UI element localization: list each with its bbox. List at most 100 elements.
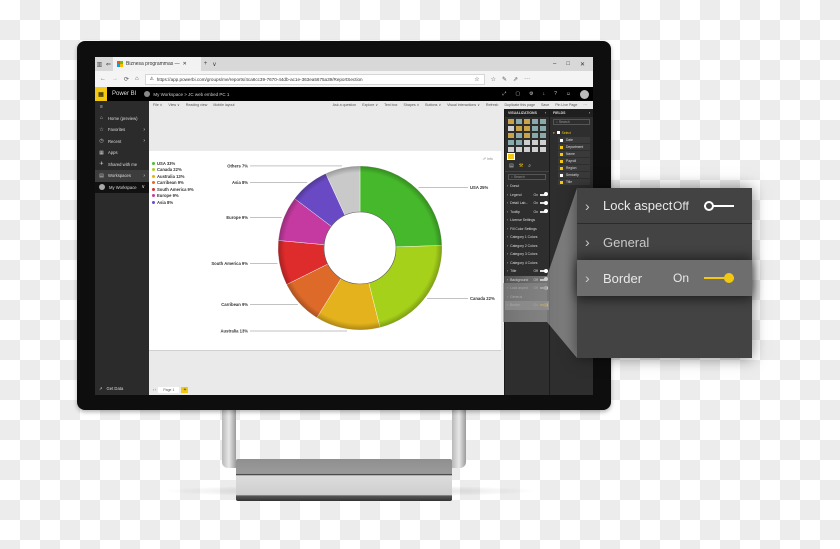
visual-type-icon[interactable] [524,126,530,131]
forward-icon[interactable]: → [112,76,118,82]
collapse-chevron-icon[interactable]: › [589,111,590,115]
feedback-icon[interactable]: ☺ [566,91,571,97]
tab-list-dropdown[interactable]: ∨ [210,61,219,68]
collapse-chevron-icon[interactable]: › [545,111,546,115]
download-icon[interactable]: ↓ [543,91,546,97]
help-icon[interactable]: ? [554,91,557,97]
visual-type-icon[interactable] [524,133,530,138]
field-checkbox[interactable] [560,166,563,170]
add-page-button[interactable]: + [181,387,189,393]
toggle-switch[interactable] [540,285,548,290]
visual-type-icon[interactable] [532,119,538,124]
refresh-icon[interactable]: ⟳ [124,76,129,83]
pin-live-page-button[interactable]: Pin Live Page [555,103,577,107]
text-box-button[interactable]: Text box [384,103,397,107]
visual-type-icon[interactable] [540,126,546,131]
visual-type-icon[interactable] [516,140,522,145]
save-button[interactable]: Save [541,103,549,107]
format-section[interactable]: › Category 1 Colors [505,233,549,242]
minimize-button[interactable]: – [553,61,556,68]
visual-type-icon[interactable] [508,119,514,124]
mobile-layout-button[interactable]: Mobile layout [213,103,234,107]
format-search-input[interactable]: ⌕ Search [508,174,546,180]
format-section[interactable]: › License Settings [505,216,549,225]
visual-type-icon[interactable] [532,147,538,152]
format-section[interactable]: › Category 3 Colors [505,250,549,259]
visual-type-icon[interactable] [540,140,546,145]
ask-question-button[interactable]: Ask a question [333,103,357,107]
field-checkbox[interactable] [560,138,563,142]
field-table[interactable]: ▾ Select [553,129,590,136]
nav-item-home[interactable]: ⌂ Home (preview) [95,113,149,125]
visual-type-icon[interactable] [524,119,530,124]
lock-aspect-toggle[interactable] [704,200,734,212]
breadcrumb[interactable]: My Workspace > JC web embed PC 1 [153,92,229,97]
visual-type-icon[interactable] [540,147,546,152]
border-toggle[interactable] [704,272,734,284]
format-section[interactable]: › Background Off [505,276,549,285]
nav-item-recent[interactable]: ◷ Recent › [95,136,149,148]
visual-type-icon[interactable] [516,147,522,152]
duplicate-page-button[interactable]: Duplicate this page [504,103,535,107]
powerbi-brand[interactable]: Power BI [112,91,136,97]
toggle-switch[interactable] [540,268,548,273]
format-section[interactable]: › Tooltip On [505,208,549,217]
visual-interactions-menu[interactable]: Visual interactions ∨ [447,103,480,107]
visual-type-icon[interactable] [540,119,546,124]
visual-type-icon[interactable] [524,140,530,145]
fields-header[interactable]: FIELDS › [550,109,593,117]
tab-aside-icon[interactable]: ⇐ [104,61,113,68]
field-checkbox[interactable] [560,180,563,184]
app-launcher-icon[interactable]: ▦ [95,87,107,101]
visual-type-icon[interactable] [508,147,514,152]
toggle-switch[interactable] [540,277,548,282]
tab-actions-icon[interactable]: ▥ [95,61,104,68]
toggle-switch[interactable] [540,200,548,205]
field-item[interactable]: Payroll [558,158,590,164]
user-avatar[interactable] [580,89,589,99]
field-item[interactable]: Date [558,137,590,143]
shapes-menu[interactable]: Shapes ∨ [403,103,419,107]
tab-close-icon[interactable]: ✕ [183,61,187,67]
nav-item-my-workspace[interactable]: My Workspace ∨ [95,181,149,193]
view-menu[interactable]: View ∨ [168,103,179,107]
format-section[interactable]: › Donut [505,182,549,191]
format-section[interactable]: › Title Off [505,267,549,276]
visual-type-icon[interactable] [508,140,514,145]
file-menu[interactable]: File ∨ [153,103,162,107]
field-item[interactable]: Title [558,179,590,185]
format-section[interactable]: › Detail Lab... On [505,199,549,208]
web-note-icon[interactable]: ✎ [502,76,507,83]
toggle-switch[interactable] [540,209,548,214]
maximize-button[interactable]: □ [566,61,570,68]
field-checkbox[interactable] [560,145,563,149]
favorite-star-icon[interactable]: ☆ [474,76,479,83]
visual-type-icon[interactable] [532,126,538,131]
more-icon[interactable]: ··· [524,76,530,82]
visual-type-icon[interactable] [516,133,522,138]
refresh-button[interactable]: Refresh [486,103,499,107]
get-data-button[interactable]: ↗ Get Data [99,386,123,391]
reading-view-button[interactable]: Reading view [186,103,208,107]
format-paint-roller-icon[interactable]: ⚒ [519,163,523,169]
border-section[interactable]: › Border On [577,260,752,296]
fullscreen-icon[interactable]: ⤢ [502,91,506,97]
visual-type-icon[interactable] [532,140,538,145]
visualizations-header[interactable]: VISUALIZATIONS › [505,109,549,117]
page-nav-arrows[interactable]: ‹ › [153,388,156,392]
visual-type-icon[interactable] [508,133,514,138]
favorites-hub-icon[interactable]: ☆ [491,76,496,83]
nav-item-apps[interactable]: ▦ Apps [95,147,149,159]
format-section[interactable]: › Category 4 Colors [505,259,549,268]
nav-item-workspaces[interactable]: ▤ Workspaces › [95,170,149,182]
visual-type-icon[interactable] [540,133,546,138]
new-tab-button[interactable]: + [201,61,210,67]
field-item[interactable]: Department [558,144,590,150]
lock-aspect-section[interactable]: › Lock aspect Off [577,188,752,224]
field-checkbox[interactable] [560,159,563,163]
visual-type-icon[interactable] [532,133,538,138]
browser-tab[interactable]: Biznesa programmas — ✕ [113,57,201,71]
settings-icon[interactable]: ⚙ [529,91,533,97]
toggle-switch[interactable] [540,192,548,197]
visual-type-icon[interactable] [507,153,515,160]
